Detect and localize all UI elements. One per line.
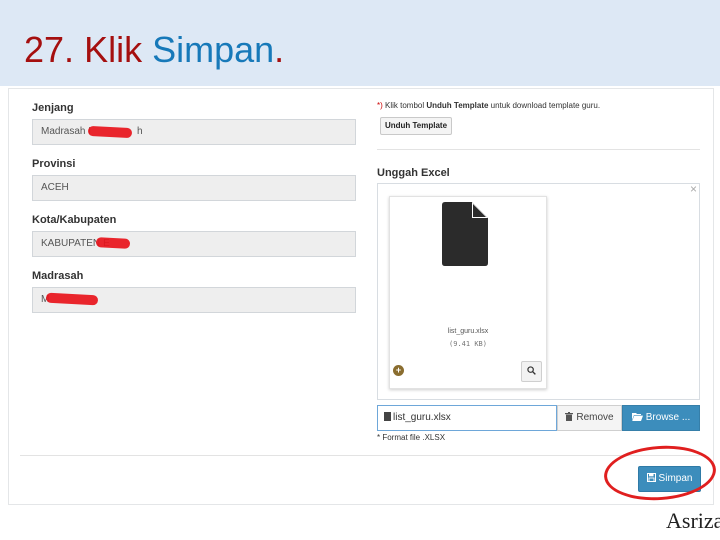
template-hint: *) Klik tombol Unduh Template untuk down… <box>377 101 600 110</box>
title-word-simpan: Simpan <box>152 29 275 70</box>
title-period: . <box>274 29 285 70</box>
preview-file-size: (9.41 KB) <box>449 340 487 348</box>
title-number: 27. <box>24 29 75 70</box>
divider <box>20 455 700 456</box>
browse-label: Browse ... <box>645 412 691 423</box>
hint-prefix: Klik tombol <box>382 101 427 110</box>
hint-bold: Unduh Template <box>426 101 489 110</box>
jenjang-field[interactable]: Madrasah I h <box>32 119 356 145</box>
browse-button[interactable]: Browse ... <box>622 405 700 431</box>
jenjang-label: Jenjang <box>32 102 74 114</box>
slide-title: 27. Klik Simpan. <box>24 28 284 72</box>
redaction-mark <box>95 237 131 249</box>
kota-kabupaten-field[interactable]: KABUPATENE <box>32 231 356 257</box>
kota-kabupaten-label: Kota/Kabupaten <box>32 214 117 226</box>
remove-button[interactable]: Remove <box>557 405 622 431</box>
file-icon <box>442 202 488 266</box>
zoom-button[interactable] <box>521 361 542 382</box>
file-icon <box>384 412 391 421</box>
divider <box>377 149 700 150</box>
unggah-excel-label: Unggah Excel <box>377 167 450 179</box>
zoom-in-icon <box>527 366 536 375</box>
provinsi-label: Provinsi <box>32 158 76 170</box>
title-word-klik: Klik <box>84 29 143 70</box>
remove-label: Remove <box>576 412 614 423</box>
author-credit: Asrizal <box>666 508 720 533</box>
plus-circle-icon[interactable]: + <box>393 365 404 376</box>
jenjang-value: Madrasah I <box>41 126 92 137</box>
close-icon[interactable]: × <box>690 183 697 195</box>
file-caption-field[interactable]: list_guru.xlsx <box>377 405 557 431</box>
hint-suffix: untuk download template guru. <box>488 101 601 110</box>
preview-file-name: list_guru.xlsx <box>447 328 489 335</box>
provinsi-field[interactable]: ACEH <box>32 175 356 201</box>
kota-kabupaten-value: KABUPATEN <box>41 238 101 249</box>
madrasah-label: Madrasah <box>32 270 84 282</box>
file-caption-value: list_guru.xlsx <box>393 412 451 423</box>
jenjang-value-tail: h <box>137 126 143 137</box>
format-note: * Format file .XLSX <box>377 433 446 442</box>
trash-icon <box>565 412 574 421</box>
provinsi-value: ACEH <box>41 182 69 193</box>
folder-open-icon <box>631 413 643 421</box>
unduh-template-button[interactable]: Unduh Template <box>380 117 452 135</box>
